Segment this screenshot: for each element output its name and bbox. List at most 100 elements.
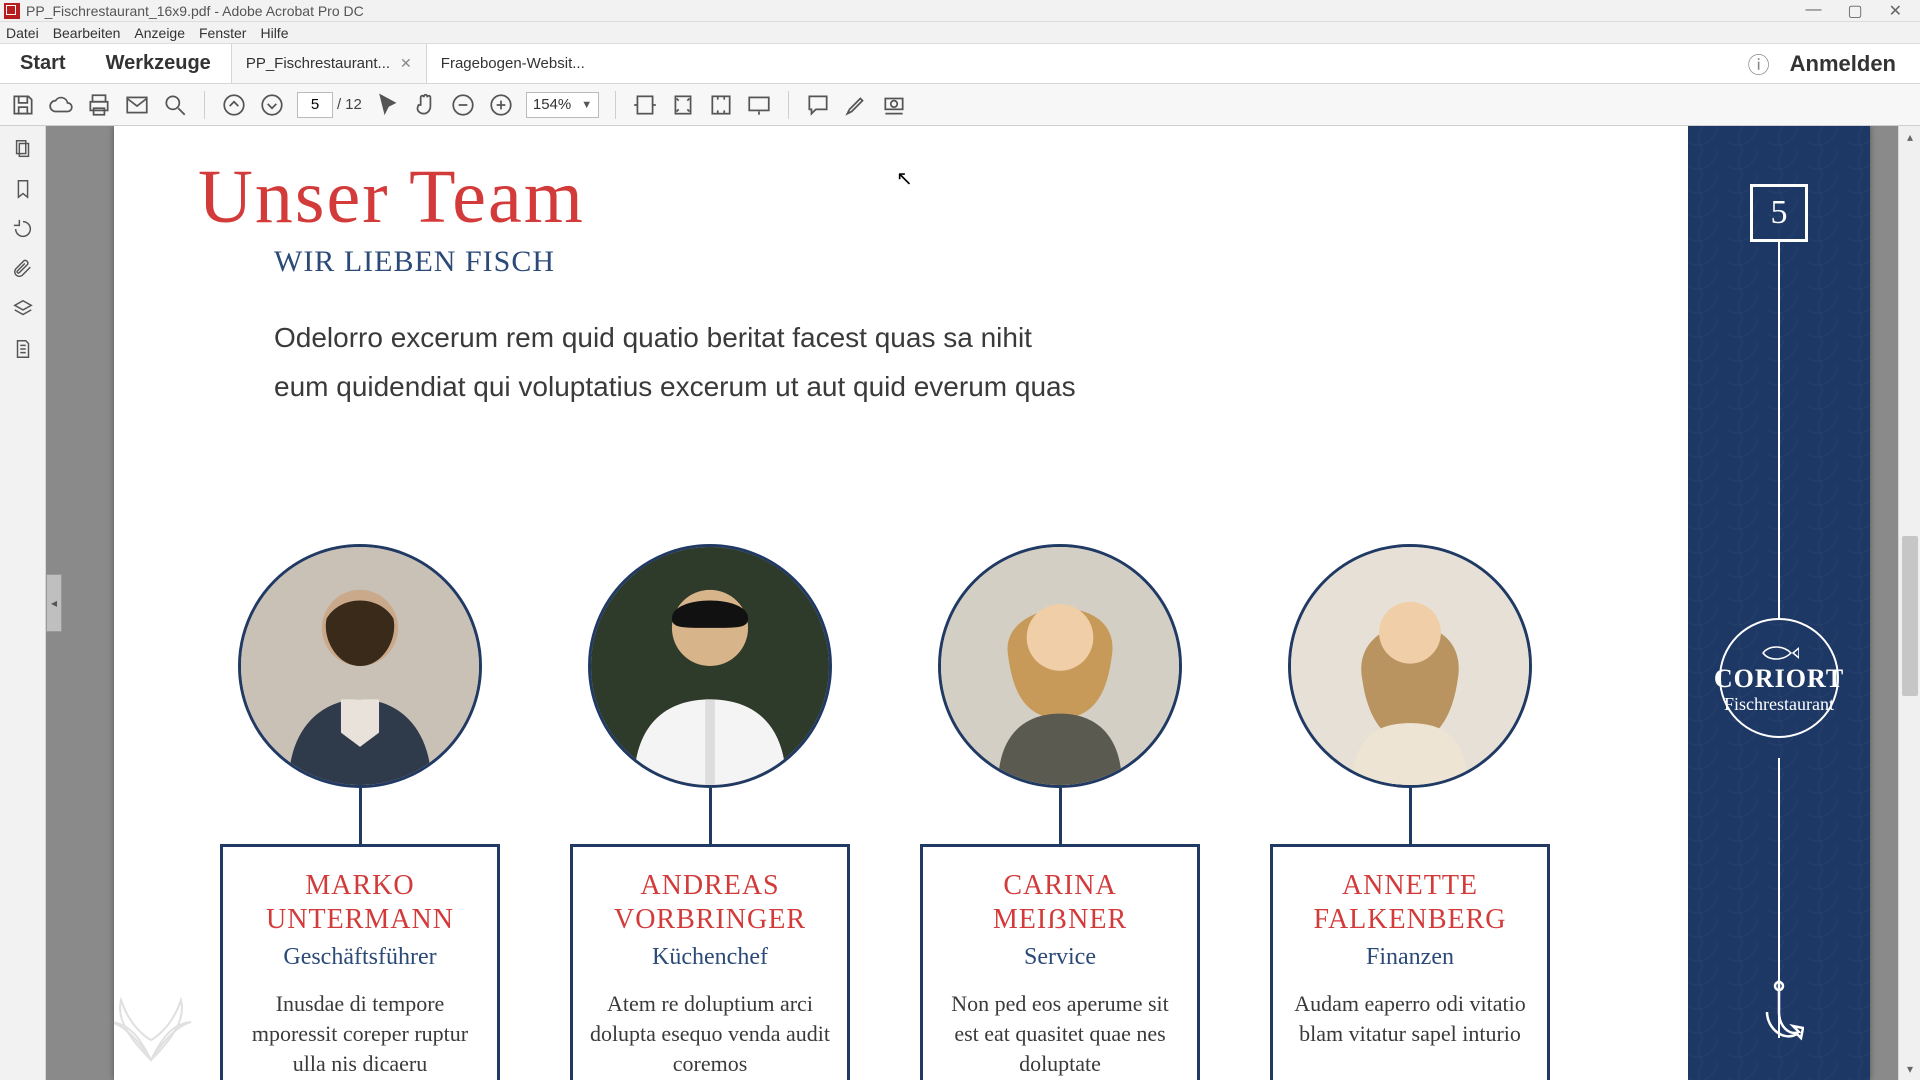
team-card-box: ANDREAS VORBRINGER Küchenchef Atem re do… bbox=[570, 844, 850, 1080]
menu-fenster[interactable]: Fenster bbox=[199, 25, 246, 41]
print-icon[interactable] bbox=[86, 92, 112, 118]
team-row: MARKO UNTERMANN Geschäftsführer Inusdae … bbox=[220, 544, 1550, 1080]
window-minimize-button[interactable]: — bbox=[1805, 1, 1821, 21]
member-role: Geschäftsführer bbox=[237, 944, 483, 971]
team-card-box: ANNETTE FALKENBERG Finanzen Audam eaperr… bbox=[1270, 844, 1550, 1080]
navigation-rail bbox=[0, 126, 46, 1080]
member-name: ANDREAS VORBRINGER bbox=[587, 869, 833, 936]
heading-sub: WIR LIEBEN FISCH bbox=[274, 245, 1670, 279]
separator bbox=[204, 91, 205, 119]
help-icon[interactable]: ⓘ bbox=[1748, 48, 1770, 80]
member-desc: Inusdae di tempore mporessit coreper rup… bbox=[237, 989, 483, 1078]
comment-icon[interactable] bbox=[805, 92, 831, 118]
connector bbox=[359, 788, 362, 844]
team-card: ANNETTE FALKENBERG Finanzen Audam eaperr… bbox=[1270, 544, 1550, 1080]
watermark-icon bbox=[96, 970, 206, 1070]
intro-line-2: eum quidendiat qui voluptatius excerum u… bbox=[274, 362, 1274, 411]
side-strip: 5 CORIORT Fischrestaurant bbox=[1688, 126, 1870, 1080]
zoom-out-icon[interactable] bbox=[450, 92, 476, 118]
team-card: CARINA MEIẞNER Service Non ped eos aperu… bbox=[920, 544, 1200, 1080]
member-desc: Atem re doluptium arci dolupta esequo ve… bbox=[587, 989, 833, 1078]
member-role: Finanzen bbox=[1287, 944, 1533, 971]
team-card: ANDREAS VORBRINGER Küchenchef Atem re do… bbox=[570, 544, 850, 1080]
member-name: MARKO UNTERMANN bbox=[237, 869, 483, 936]
window-title: PP_Fischrestaurant_16x9.pdf - Adobe Acro… bbox=[26, 3, 364, 19]
vertical-scrollbar[interactable]: ▴ ▾ bbox=[1898, 126, 1920, 1080]
separator bbox=[788, 91, 789, 119]
heading-script: Unser Team bbox=[198, 154, 1670, 241]
attachment-icon[interactable] bbox=[12, 258, 34, 280]
stamp-icon[interactable] bbox=[881, 92, 907, 118]
portrait bbox=[938, 544, 1182, 788]
mail-icon[interactable] bbox=[124, 92, 150, 118]
thumbnails-icon[interactable] bbox=[12, 138, 34, 160]
connector bbox=[709, 788, 712, 844]
zoom-value: 154% bbox=[533, 96, 571, 113]
separator bbox=[615, 91, 616, 119]
menu-datei[interactable]: Datei bbox=[6, 25, 39, 41]
search-icon[interactable] bbox=[162, 92, 188, 118]
menu-bearbeiten[interactable]: Bearbeiten bbox=[53, 25, 121, 41]
bookmark-icon[interactable] bbox=[12, 178, 34, 200]
highlight-icon[interactable] bbox=[843, 92, 869, 118]
fish-icon bbox=[1759, 642, 1799, 664]
portrait bbox=[238, 544, 482, 788]
menu-bar: Datei Bearbeiten Anzeige Fenster Hilfe bbox=[0, 22, 1920, 44]
tab-werkzeuge[interactable]: Werkzeuge bbox=[86, 44, 231, 83]
close-icon[interactable]: ✕ bbox=[400, 55, 412, 72]
page-down-icon[interactable] bbox=[259, 92, 285, 118]
tab-start[interactable]: Start bbox=[0, 44, 86, 83]
layers-icon[interactable] bbox=[12, 298, 34, 320]
team-card: MARKO UNTERMANN Geschäftsführer Inusdae … bbox=[220, 544, 500, 1080]
member-desc: Non ped eos aperume sit est eat quasitet… bbox=[937, 989, 1183, 1078]
login-button[interactable]: Anmelden bbox=[1790, 51, 1896, 77]
save-icon[interactable] bbox=[10, 92, 36, 118]
scroll-down-button[interactable]: ▾ bbox=[1899, 1058, 1920, 1080]
toolbar: / 12 154% ▼ bbox=[0, 84, 1920, 126]
member-name: CARINA MEIẞNER bbox=[937, 869, 1183, 936]
connector bbox=[1059, 788, 1062, 844]
cloud-icon[interactable] bbox=[48, 92, 74, 118]
page-total: 12 bbox=[345, 96, 362, 113]
window-maximize-button[interactable]: ▢ bbox=[1847, 1, 1862, 21]
menu-anzeige[interactable]: Anzeige bbox=[134, 25, 185, 41]
page-number-control: / 12 bbox=[297, 92, 362, 118]
member-role: Service bbox=[937, 944, 1183, 971]
page-content: Unser Team WIR LIEBEN FISCH Odelorro exc… bbox=[174, 146, 1670, 411]
page-sep: / bbox=[337, 96, 341, 113]
member-role: Küchenchef bbox=[587, 944, 833, 971]
member-name: ANNETTE FALKENBERG bbox=[1287, 869, 1533, 936]
zoom-in-icon[interactable] bbox=[488, 92, 514, 118]
rotate-icon[interactable] bbox=[12, 218, 34, 240]
decor-line bbox=[1778, 242, 1780, 618]
page-current-input[interactable] bbox=[297, 92, 333, 118]
document-tab-active[interactable]: PP_Fischrestaurant... ✕ bbox=[231, 44, 426, 83]
read-mode-icon[interactable] bbox=[746, 92, 772, 118]
portrait bbox=[588, 544, 832, 788]
menu-hilfe[interactable]: Hilfe bbox=[260, 25, 288, 41]
zoom-select[interactable]: 154% ▼ bbox=[526, 92, 599, 118]
collapse-handle[interactable]: ◂ bbox=[46, 574, 62, 632]
page-number: 5 bbox=[1771, 194, 1788, 232]
connector bbox=[1409, 788, 1412, 844]
member-desc: Audam eaperro odi vitatio blam vitatur s… bbox=[1287, 989, 1533, 1048]
tab-bar: Start Werkzeuge PP_Fischrestaurant... ✕ … bbox=[0, 44, 1920, 84]
hand-icon[interactable] bbox=[412, 92, 438, 118]
scroll-up-button[interactable]: ▴ bbox=[1899, 126, 1920, 148]
team-card-box: CARINA MEIẞNER Service Non ped eos aperu… bbox=[920, 844, 1200, 1080]
page-icon[interactable] bbox=[12, 338, 34, 360]
portrait bbox=[1288, 544, 1532, 788]
page-up-icon[interactable] bbox=[221, 92, 247, 118]
fit-width-icon[interactable] bbox=[632, 92, 658, 118]
acrobat-icon bbox=[4, 3, 20, 19]
scroll-thumb[interactable] bbox=[1902, 536, 1918, 696]
window-titlebar: PP_Fischrestaurant_16x9.pdf - Adobe Acro… bbox=[0, 0, 1920, 22]
fit-page-icon[interactable] bbox=[670, 92, 696, 118]
fullscreen-icon[interactable] bbox=[708, 92, 734, 118]
brand-sub: Fischrestaurant bbox=[1724, 694, 1834, 715]
chevron-down-icon: ▼ bbox=[581, 99, 592, 111]
document-tab[interactable]: Fragebogen-Websit... bbox=[426, 44, 599, 83]
document-viewer[interactable]: ◂ 5 CORIORT Fischrestaurant bbox=[46, 126, 1898, 1080]
pointer-icon[interactable] bbox=[374, 92, 400, 118]
window-close-button[interactable]: ✕ bbox=[1889, 1, 1902, 21]
